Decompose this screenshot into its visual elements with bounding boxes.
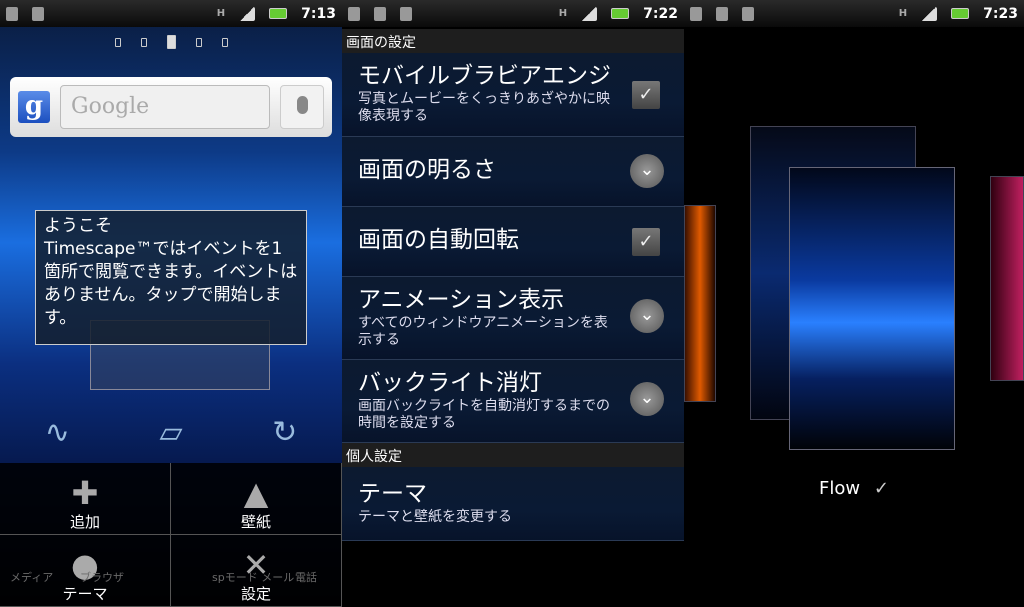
setting-theme[interactable]: テーマ テーマと壁紙を変更する — [342, 467, 684, 541]
usb-icon — [716, 6, 728, 21]
page-indicator — [0, 35, 342, 49]
dock: メディア ブラウザ spモード メール 電話 — [0, 571, 342, 585]
setting-backlight[interactable]: バックライト消灯 画面バックライトを自動消灯するまでの時間を設定する ⌄ — [342, 360, 684, 443]
chevron-down-icon[interactable]: ⌄ — [630, 154, 664, 188]
page-dot[interactable] — [221, 38, 228, 47]
android-debug-icon — [400, 6, 412, 21]
menu-wallpaper[interactable]: ▲ 壁紙 — [171, 463, 342, 535]
battery-icon — [951, 8, 970, 19]
setting-title: 画面の自動回転 — [358, 227, 519, 253]
menu-add[interactable]: ✚ 追加 — [0, 463, 171, 535]
widget-title: ようこそ — [44, 216, 112, 236]
home-screen: H 7:13 g Google ようこそ Timescape™ではイベントを1箇… — [0, 0, 342, 607]
page-dot-current[interactable] — [166, 35, 176, 49]
wallpaper-icon: ▲ — [243, 474, 269, 512]
signal-icon — [239, 6, 256, 21]
status-bar: H 7:22 — [342, 0, 684, 27]
google-search-widget: g Google — [10, 77, 332, 137]
setting-auto-rotate[interactable]: 画面の自動回転 ✓ — [342, 207, 684, 277]
usb-icon — [6, 6, 18, 21]
theme-card-flow[interactable] — [789, 167, 955, 450]
status-bar: H 7:23 — [684, 0, 1024, 27]
dock-media[interactable]: メディア — [10, 571, 53, 584]
refresh-icon[interactable]: ↻ — [272, 415, 297, 450]
theme-label: Flow ✓ — [684, 478, 1024, 499]
setting-title: バックライト消灯 — [358, 370, 542, 396]
setting-title: アニメーション表示 — [358, 287, 565, 313]
download-icon — [690, 6, 702, 21]
menu-label: テーマ — [62, 585, 108, 603]
plus-icon: ✚ — [71, 474, 99, 512]
setting-summary: テーマと壁紙を変更する — [358, 509, 512, 525]
page-dot[interactable] — [114, 38, 121, 47]
clock: 7:13 — [301, 5, 336, 22]
widget-body: Timescape™ではイベントを1箇所で閲覧できます。イベントはありません。タ… — [44, 239, 298, 328]
menu-label: 壁紙 — [240, 513, 271, 531]
cards-icon[interactable]: ▱ — [159, 415, 182, 450]
menu-label: 設定 — [240, 585, 271, 603]
display-settings-screen: H 7:22 画面の設定 モバイルブラビアエンジ 写真とムービーをくっきりあざや… — [342, 0, 684, 607]
dock-mail[interactable]: spモード メール — [212, 571, 294, 584]
status-bar: H 7:13 — [0, 0, 342, 27]
activity-icon[interactable]: ∿ — [45, 415, 70, 450]
clock: 7:23 — [983, 5, 1018, 22]
signal-icon — [921, 6, 938, 21]
microphone-icon[interactable] — [280, 85, 324, 129]
chevron-down-icon[interactable]: ⌄ — [630, 299, 664, 333]
setting-summary: 写真とムービーをくっきりあざやかに映像表現する — [358, 91, 610, 124]
download-icon — [348, 6, 360, 21]
options-menu: ✚ 追加 ▲ 壁紙 ● テーマ ✕ 設定 — [0, 463, 342, 607]
timescape-widget[interactable]: ようこそ Timescape™ではイベントを1箇所で閲覧できます。イベントはあり… — [35, 210, 307, 345]
theme-picker-screen: H 7:23 Flow ✓ — [684, 0, 1024, 607]
signal-icon — [581, 6, 598, 21]
theme-card-orange[interactable] — [684, 205, 716, 402]
chevron-down-icon[interactable]: ⌄ — [630, 382, 664, 416]
dock-browser[interactable]: ブラウザ — [80, 571, 124, 584]
setting-summary: すべてのウィンドウアニメーションを表示する — [358, 315, 608, 348]
clock: 7:22 — [643, 5, 678, 22]
network-type-icon: H — [558, 8, 568, 19]
network-type-icon: H — [216, 8, 226, 19]
network-type-icon: H — [898, 8, 908, 19]
setting-title: 画面の明るさ — [358, 157, 496, 183]
setting-title: テーマ — [358, 481, 427, 507]
search-input[interactable]: Google — [60, 85, 270, 129]
setting-brightness[interactable]: 画面の明るさ ⌄ — [342, 137, 684, 207]
timescape-controls: ∿ ▱ ↻ — [0, 415, 342, 450]
android-debug-icon — [742, 6, 754, 21]
page-dot[interactable] — [140, 38, 147, 47]
battery-icon — [269, 8, 288, 19]
setting-animation[interactable]: アニメーション表示 すべてのウィンドウアニメーションを表示する ⌄ — [342, 277, 684, 360]
setting-title: モバイルブラビアエンジ — [358, 63, 611, 89]
checkbox[interactable]: ✓ — [632, 228, 660, 256]
setting-bravia-engine[interactable]: モバイルブラビアエンジ 写真とムービーをくっきりあざやかに映像表現する ✓ — [342, 53, 684, 137]
dock-phone[interactable]: 電話 — [295, 571, 317, 584]
android-debug-icon — [32, 6, 44, 21]
google-logo-button[interactable]: g — [18, 91, 50, 123]
usb-icon — [374, 6, 386, 21]
setting-summary: 画面バックライトを自動消灯するまでの時間を設定する — [358, 398, 610, 431]
theme-card-pink[interactable] — [990, 176, 1024, 381]
section-header: 個人設定 — [342, 443, 684, 467]
checkbox[interactable]: ✓ — [632, 81, 660, 109]
check-icon: ✓ — [873, 478, 889, 499]
battery-icon — [611, 8, 630, 19]
menu-label: 追加 — [69, 513, 100, 531]
theme-name: Flow — [819, 478, 861, 499]
section-header: 画面の設定 — [342, 29, 684, 53]
page-dot[interactable] — [195, 38, 202, 47]
